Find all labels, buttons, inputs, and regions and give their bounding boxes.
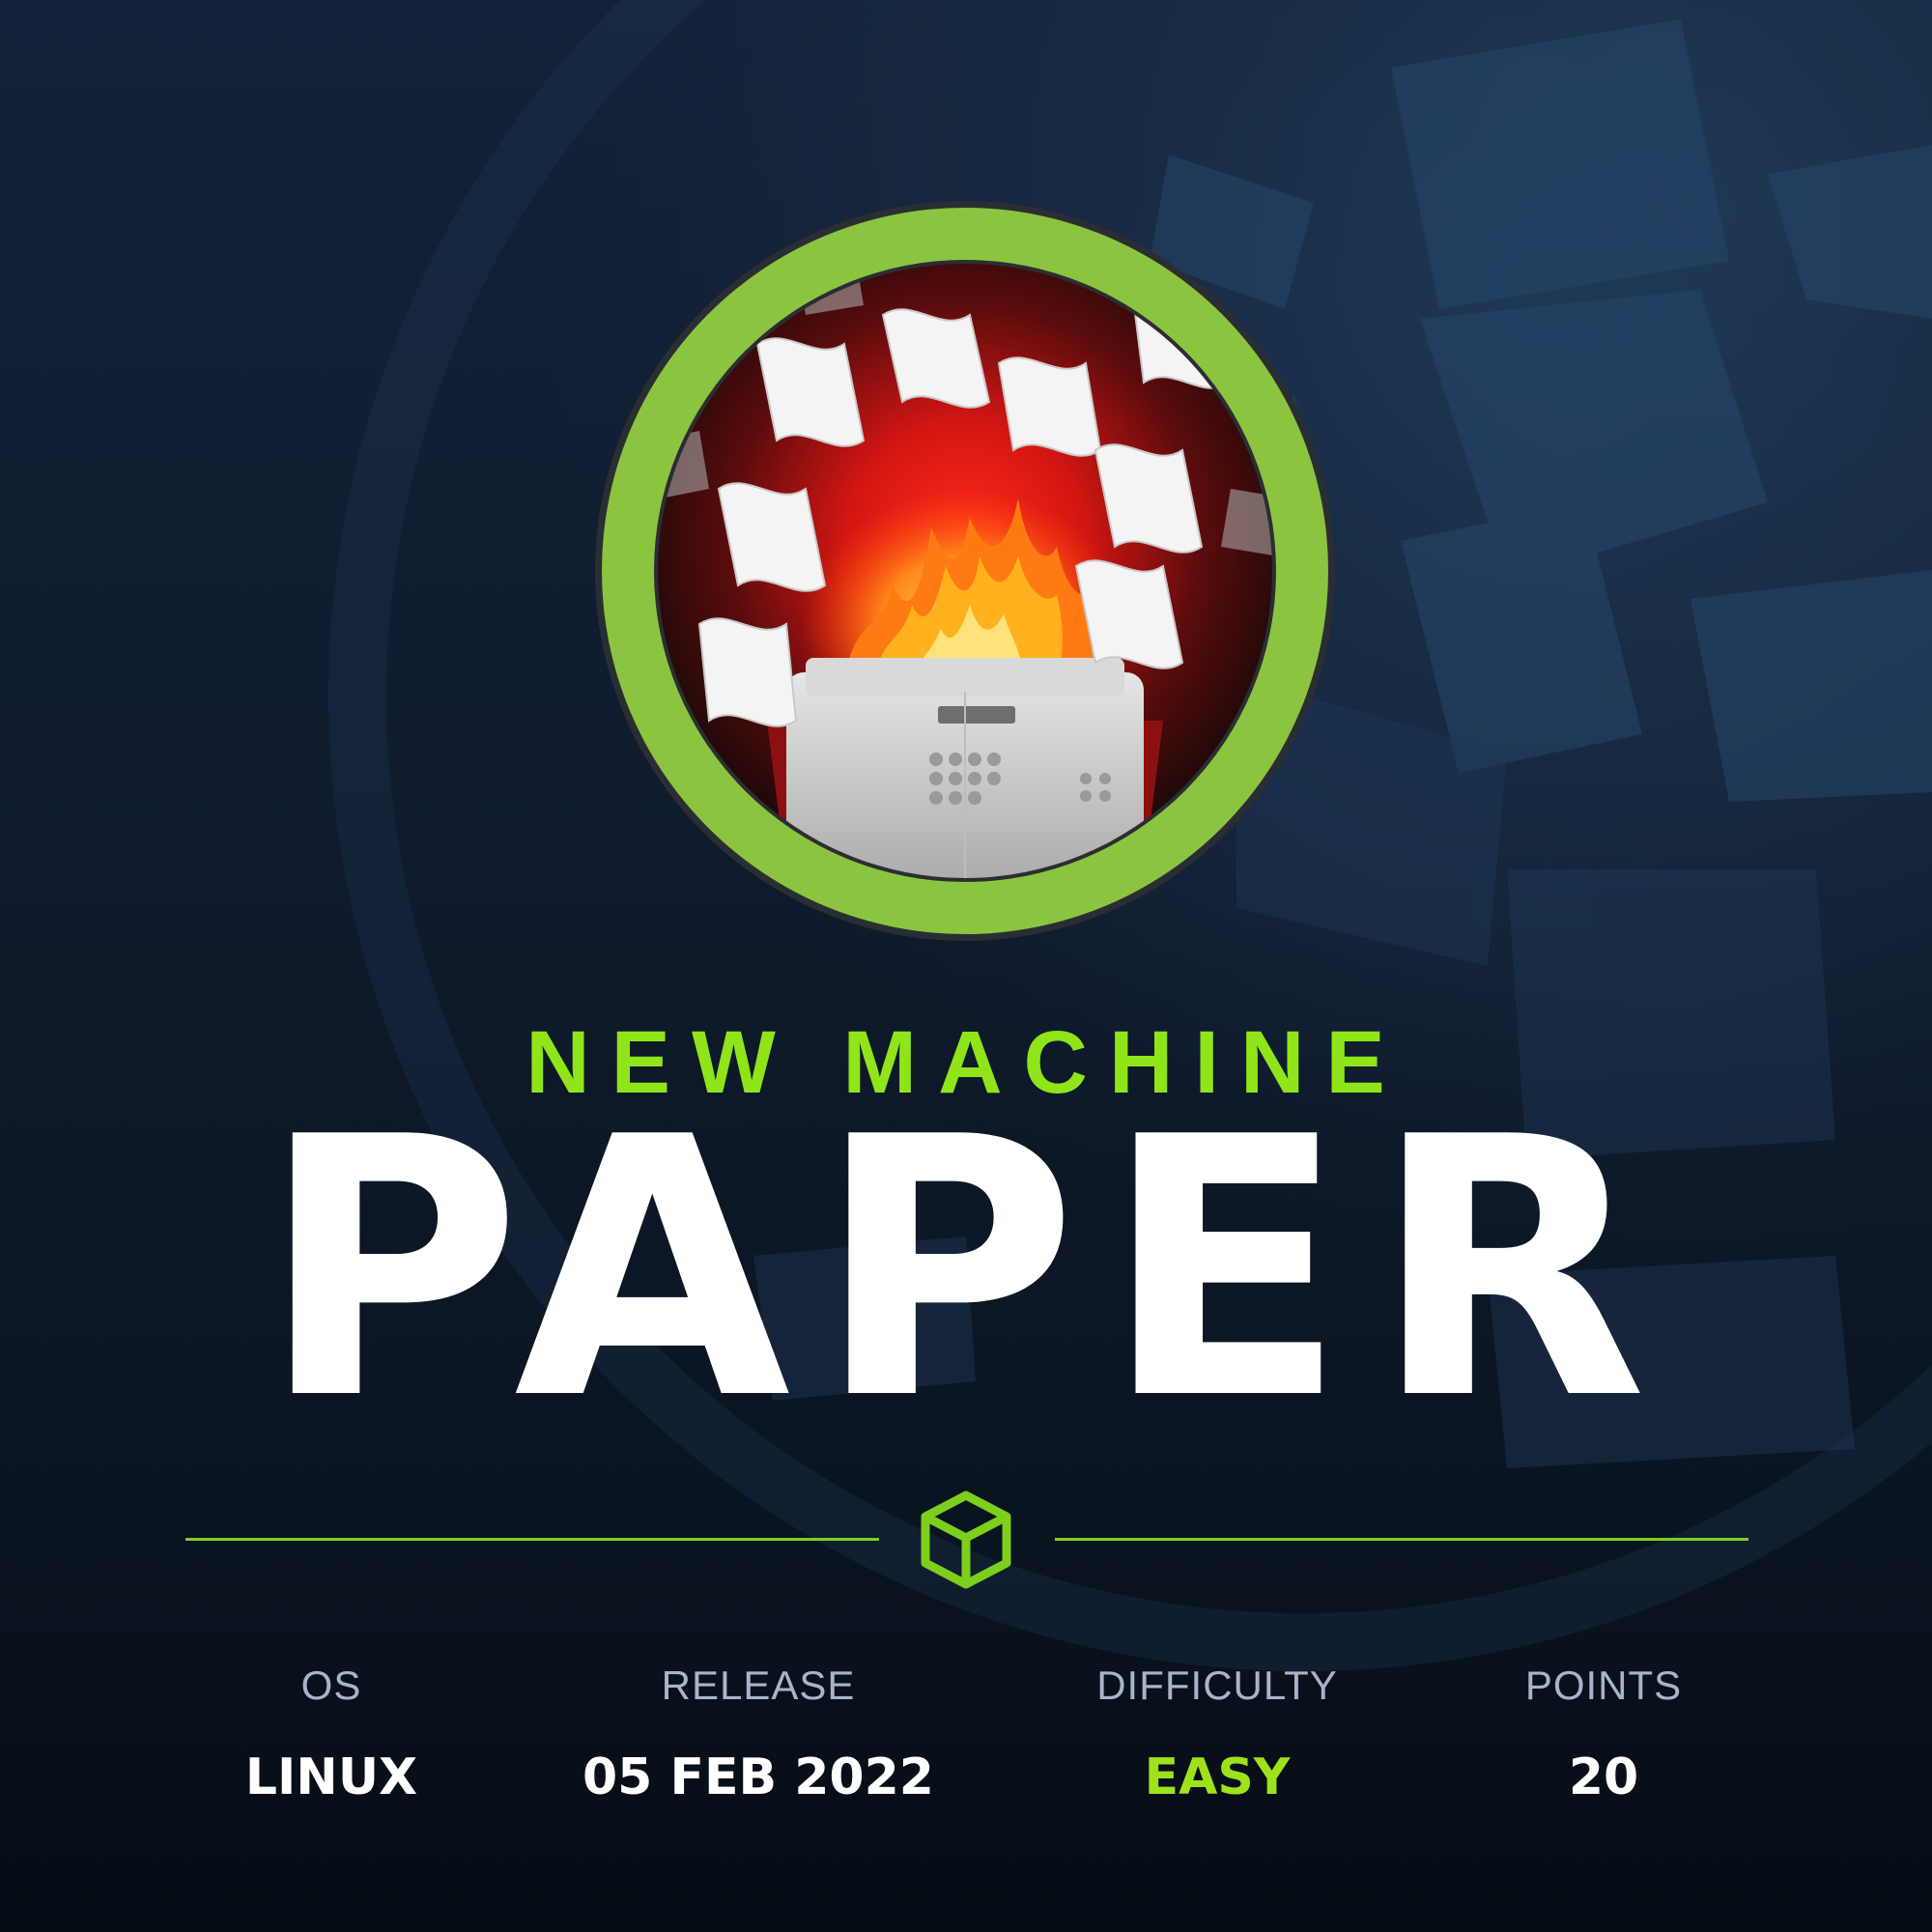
stat-value: 20 [1568, 1748, 1639, 1806]
stat-os: OS LINUX [128, 1662, 534, 1806]
divider-line-right [1055, 1538, 1748, 1541]
stat-label: RELEASE [661, 1662, 856, 1708]
stat-value: LINUX [244, 1748, 418, 1806]
cube-icon [921, 1491, 1011, 1589]
stat-points: POINTS 20 [1401, 1662, 1806, 1806]
stat-label: POINTS [1524, 1662, 1683, 1708]
stat-release: RELEASE 05 FEB 2022 [555, 1662, 961, 1806]
stat-difficulty: DIFFICULTY EASY [1014, 1662, 1420, 1806]
machine-title: PAPER [259, 1063, 1673, 1478]
machine-announcement-card: NEW MACHINE PAPER OS LINUX RELEASE 05 FE… [0, 0, 1932, 1932]
stat-value: EASY [1144, 1748, 1291, 1806]
machine-badge [595, 201, 1335, 941]
divider-line-left [185, 1538, 879, 1541]
stat-value: 05 FEB 2022 [582, 1748, 934, 1806]
stat-label: OS [300, 1662, 362, 1708]
stat-label: DIFFICULTY [1096, 1662, 1338, 1708]
